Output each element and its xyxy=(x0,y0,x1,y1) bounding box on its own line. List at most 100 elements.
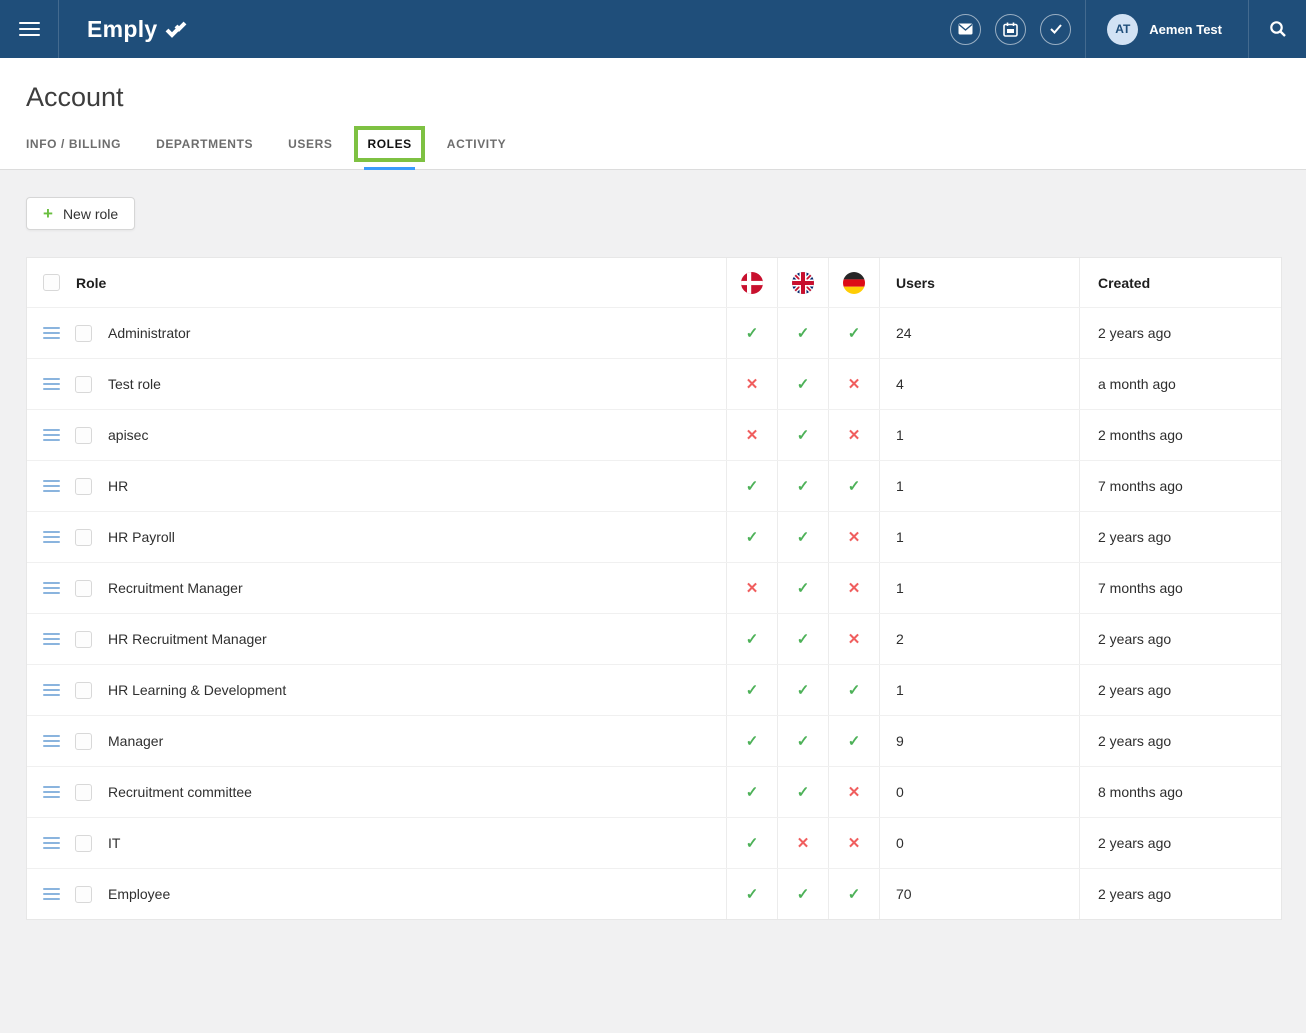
drag-handle-icon[interactable] xyxy=(43,528,60,546)
german-availability-cell: ✕ xyxy=(828,410,879,460)
new-role-button[interactable]: + New role xyxy=(26,197,135,230)
english-availability-cell: ✓ xyxy=(777,665,828,715)
tab-info-billing[interactable]: INFO / BILLING xyxy=(26,137,121,169)
german-availability-cell: ✕ xyxy=(828,614,879,664)
drag-handle-icon[interactable] xyxy=(43,477,60,495)
search-button[interactable] xyxy=(1249,0,1306,58)
german-availability-cell: ✓ xyxy=(828,665,879,715)
user-menu[interactable]: AT Aemen Test xyxy=(1086,0,1248,58)
user-name: Aemen Test xyxy=(1149,22,1222,37)
roles-table-header: Role xyxy=(27,258,1281,307)
emply-logo[interactable]: Emply xyxy=(87,16,187,43)
german-availability-cell: ✓ xyxy=(828,308,879,358)
tasks-button[interactable] xyxy=(1040,14,1071,45)
drag-handle-icon[interactable] xyxy=(43,885,60,903)
available-check-icon: ✓ xyxy=(746,477,759,495)
row-checkbox[interactable] xyxy=(75,427,92,444)
users-count: 9 xyxy=(896,733,904,749)
available-check-icon: ✓ xyxy=(797,528,810,546)
drag-handle-icon[interactable] xyxy=(43,579,60,597)
row-checkbox[interactable] xyxy=(75,529,92,546)
calendar-button[interactable] xyxy=(995,14,1026,45)
avatar: AT xyxy=(1107,14,1138,45)
available-check-icon: ✓ xyxy=(746,783,759,801)
english-availability-cell: ✓ xyxy=(777,461,828,511)
table-row[interactable]: HR Recruitment Manager ✓ ✓ ✕ 2 2 years a… xyxy=(27,613,1281,664)
tab-activity[interactable]: ACTIVITY xyxy=(447,137,506,169)
table-row[interactable]: Employee ✓ ✓ ✓ 70 2 years ago xyxy=(27,868,1281,919)
page-title: Account xyxy=(26,58,1280,113)
row-checkbox[interactable] xyxy=(75,580,92,597)
drag-handle-icon[interactable] xyxy=(43,426,60,444)
english-availability-cell: ✓ xyxy=(777,563,828,613)
tab-roles-label: ROLES xyxy=(367,137,411,151)
row-checkbox[interactable] xyxy=(75,376,92,393)
users-count: 70 xyxy=(896,886,912,902)
users-count: 1 xyxy=(896,682,904,698)
role-name: HR Payroll xyxy=(108,529,175,545)
drag-handle-icon[interactable] xyxy=(43,324,60,342)
tab-roles[interactable]: ROLES xyxy=(367,137,411,169)
available-check-icon: ✓ xyxy=(797,324,810,342)
danish-availability-cell: ✓ xyxy=(726,818,777,868)
unavailable-cross-icon: ✕ xyxy=(848,783,861,801)
row-checkbox[interactable] xyxy=(75,682,92,699)
role-name: apisec xyxy=(108,427,148,443)
tab-users[interactable]: USERS xyxy=(288,137,332,169)
row-checkbox[interactable] xyxy=(75,733,92,750)
account-tabs: INFO / BILLING DEPARTMENTS USERS ROLES A… xyxy=(26,137,1280,169)
table-row[interactable]: Administrator ✓ ✓ ✓ 24 2 years ago xyxy=(27,307,1281,358)
english-availability-cell: ✓ xyxy=(777,410,828,460)
row-checkbox[interactable] xyxy=(75,478,92,495)
danish-availability-cell: ✕ xyxy=(726,410,777,460)
select-all-checkbox[interactable] xyxy=(43,274,60,291)
row-checkbox[interactable] xyxy=(75,784,92,801)
drag-handle-icon[interactable] xyxy=(43,732,60,750)
unavailable-cross-icon: ✕ xyxy=(848,579,861,597)
drag-handle-icon[interactable] xyxy=(43,681,60,699)
table-row[interactable]: HR Learning & Development ✓ ✓ ✓ 1 2 year… xyxy=(27,664,1281,715)
mail-button[interactable] xyxy=(950,14,981,45)
role-name: IT xyxy=(108,835,120,851)
row-checkbox[interactable] xyxy=(75,325,92,342)
english-availability-cell: ✓ xyxy=(777,869,828,919)
created-date: 2 years ago xyxy=(1098,529,1171,545)
available-check-icon: ✓ xyxy=(797,426,810,444)
available-check-icon: ✓ xyxy=(848,324,861,342)
drag-handle-icon[interactable] xyxy=(43,834,60,852)
table-row[interactable]: Recruitment Manager ✕ ✓ ✕ 1 7 months ago xyxy=(27,562,1281,613)
available-check-icon: ✓ xyxy=(746,324,759,342)
users-count: 0 xyxy=(896,784,904,800)
row-checkbox[interactable] xyxy=(75,631,92,648)
users-count: 1 xyxy=(896,427,904,443)
available-check-icon: ✓ xyxy=(746,885,759,903)
table-row[interactable]: HR Payroll ✓ ✓ ✕ 1 2 years ago xyxy=(27,511,1281,562)
danish-column-header xyxy=(726,258,777,307)
table-row[interactable]: IT ✓ ✕ ✕ 0 2 years ago xyxy=(27,817,1281,868)
danish-availability-cell: ✓ xyxy=(726,665,777,715)
table-row[interactable]: Test role ✕ ✓ ✕ 4 a month ago xyxy=(27,358,1281,409)
german-availability-cell: ✕ xyxy=(828,818,879,868)
danish-availability-cell: ✓ xyxy=(726,614,777,664)
table-row[interactable]: Recruitment committee ✓ ✓ ✕ 0 8 months a… xyxy=(27,766,1281,817)
available-check-icon: ✓ xyxy=(746,681,759,699)
table-row[interactable]: Manager ✓ ✓ ✓ 9 2 years ago xyxy=(27,715,1281,766)
table-row[interactable]: apisec ✕ ✓ ✕ 1 2 months ago xyxy=(27,409,1281,460)
danish-availability-cell: ✕ xyxy=(726,359,777,409)
created-date: 2 years ago xyxy=(1098,682,1171,698)
available-check-icon: ✓ xyxy=(797,630,810,648)
row-checkbox[interactable] xyxy=(75,835,92,852)
drag-handle-icon[interactable] xyxy=(43,783,60,801)
users-column-header: Users xyxy=(896,275,935,291)
drag-handle-icon[interactable] xyxy=(43,375,60,393)
hamburger-menu-button[interactable] xyxy=(0,0,59,58)
danish-availability-cell: ✓ xyxy=(726,716,777,766)
available-check-icon: ✓ xyxy=(848,885,861,903)
table-row[interactable]: HR ✓ ✓ ✓ 1 7 months ago xyxy=(27,460,1281,511)
row-checkbox[interactable] xyxy=(75,886,92,903)
drag-handle-icon[interactable] xyxy=(43,630,60,648)
english-availability-cell: ✓ xyxy=(777,716,828,766)
users-count: 24 xyxy=(896,325,912,341)
tab-departments[interactable]: DEPARTMENTS xyxy=(156,137,253,169)
german-availability-cell: ✓ xyxy=(828,716,879,766)
